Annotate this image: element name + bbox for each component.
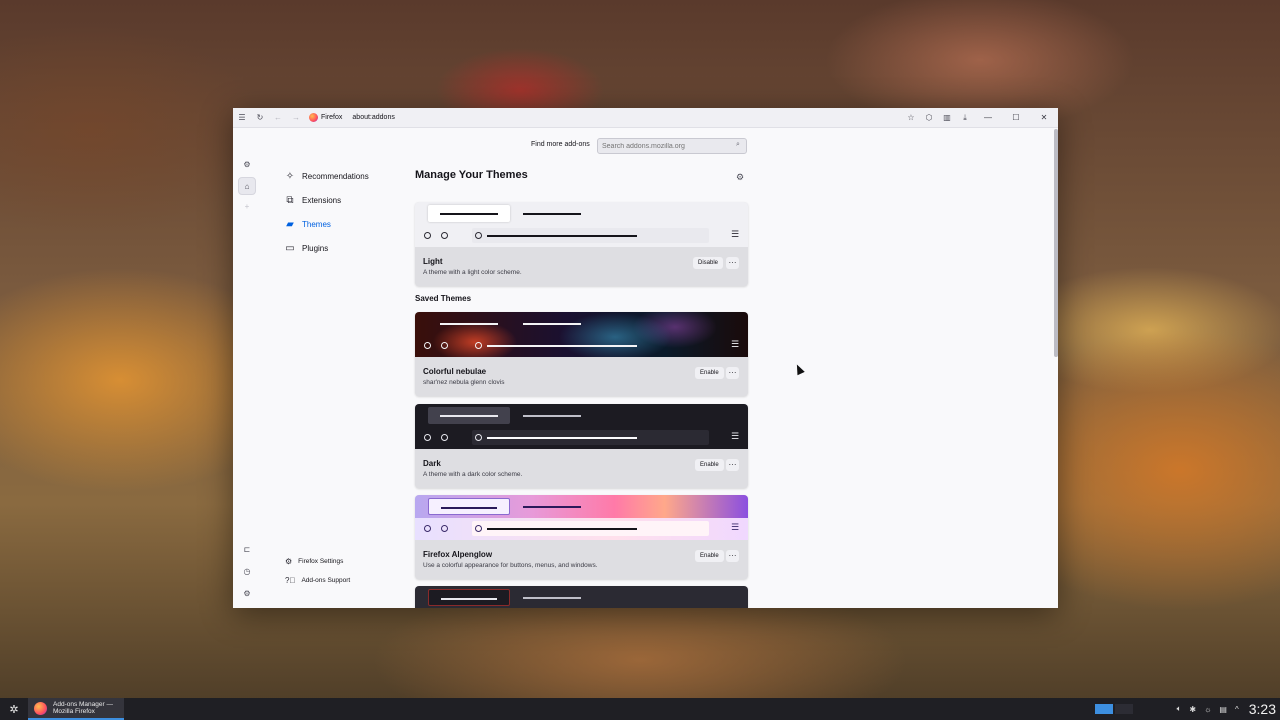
virtual-desktop-2[interactable] — [1114, 704, 1133, 714]
plugin-icon: ▭ — [285, 242, 295, 254]
minimize-button[interactable]: — — [974, 108, 1002, 128]
theme-preview — [415, 586, 748, 608]
brightness-icon[interactable]: ☼ — [1204, 705, 1211, 714]
left-rail: ⚙ ⌂ + ⊏ ◷ ⚙ — [233, 128, 261, 608]
identity-label: Firefox — [321, 114, 343, 121]
sparkle-icon: ✧ — [285, 170, 295, 182]
theme-card-partial[interactable] — [415, 586, 748, 608]
theme-description: shar'nez nebula glenn clovis — [423, 379, 505, 386]
nav-item-recommendations[interactable]: ✧ Recommendations — [284, 169, 369, 183]
puzzle-icon: ⧉ — [286, 194, 294, 206]
bluetooth-icon[interactable]: ✱ — [1189, 705, 1196, 714]
browser-toolbar: ☰ ↻ ← → Firefox about:addons ☆ ⬡ ▥ ⤓ — ☐… — [233, 108, 1058, 128]
forward-icon[interactable]: → — [287, 108, 305, 128]
back-icon[interactable]: ← — [269, 108, 287, 128]
tools-gear-icon[interactable]: ⚙ — [733, 170, 747, 184]
app-launcher-icon[interactable]: ✲ — [0, 698, 28, 720]
theme-name: Light — [423, 257, 443, 266]
more-options-button[interactable]: ··· — [726, 257, 739, 269]
saved-themes-heading: Saved Themes — [415, 294, 472, 303]
rail-gear-icon[interactable]: ⚙ — [238, 584, 256, 602]
theme-preview: ☰ — [415, 202, 748, 247]
theme-preview: ☰ — [415, 312, 748, 357]
brush-icon: ▰ — [286, 218, 294, 230]
reload-icon[interactable]: ↻ — [251, 108, 269, 128]
rail-addons-icon[interactable]: ⌂ — [238, 177, 256, 195]
theme-card-alpenglow[interactable]: ☰ Firefox Alpenglow Use a colorful appea… — [415, 495, 748, 579]
help-icon: ?⃝ — [285, 576, 296, 585]
download-icon[interactable]: ⤓ — [956, 108, 974, 128]
page-scrollbar[interactable] — [1054, 129, 1058, 357]
network-icon[interactable]: ▤ — [1219, 705, 1227, 714]
taskbar: ✲ Add-ons Manager — Mozilla Firefox 🔈︎ ✱… — [0, 698, 1280, 720]
page-title: Manage Your Themes — [415, 169, 528, 181]
theme-card-colorful-nebulae[interactable]: ☰ Colorful nebulae shar'nez nebula glenn… — [415, 312, 748, 396]
bookmark-star-icon[interactable]: ☆ — [902, 108, 920, 128]
search-input[interactable] — [597, 138, 747, 154]
rail-add-icon[interactable]: + — [238, 197, 256, 215]
enable-button[interactable]: Enable — [695, 367, 724, 379]
nav-label: Themes — [302, 219, 331, 229]
theme-description: A theme with a dark color scheme. — [423, 471, 523, 478]
firefox-logo-icon — [309, 113, 318, 122]
extensions-icon[interactable]: ⬡ — [920, 108, 938, 128]
theme-name: Dark — [423, 459, 441, 468]
disable-button[interactable]: Disable — [693, 257, 724, 269]
search-icon[interactable]: ⌕ — [736, 141, 740, 149]
nav-item-themes[interactable]: ▰ Themes — [284, 217, 331, 231]
nav-label: Extensions — [302, 195, 342, 205]
menu-icon[interactable]: ☰ — [233, 108, 251, 128]
gear-icon: ⚙ — [285, 557, 293, 566]
firefox-settings-link[interactable]: ⚙ Firefox Settings — [285, 557, 343, 566]
nav-label: Plugins — [302, 243, 329, 253]
theme-description: Use a colorful appearance for buttons, m… — [423, 562, 598, 569]
nav-item-plugins[interactable]: ▭ Plugins — [284, 241, 328, 255]
theme-card-dark[interactable]: ☰ Dark A theme with a dark color scheme.… — [415, 404, 748, 488]
browser-window: ☰ ↻ ← → Firefox about:addons ☆ ⬡ ▥ ⤓ — ☐… — [233, 108, 1058, 608]
url-bar[interactable]: Firefox about:addons — [309, 111, 395, 125]
footer-label: Firefox Settings — [298, 558, 344, 565]
more-options-button[interactable]: ··· — [726, 459, 739, 471]
rail-folder-icon[interactable]: ⊏ — [238, 540, 256, 558]
theme-name: Colorful nebulae — [423, 367, 487, 376]
volume-icon[interactable]: 🔈︎ — [1177, 704, 1182, 714]
more-options-button[interactable]: ··· — [726, 550, 739, 562]
close-button[interactable]: ✕ — [1030, 108, 1058, 128]
rail-settings-icon[interactable]: ⚙ — [238, 155, 256, 173]
theme-card-light[interactable]: ☰ Light A theme with a light color schem… — [415, 202, 748, 286]
nav-item-extensions[interactable]: ⧉ Extensions — [284, 193, 341, 207]
task-title: Add-ons Manager — Mozilla Firefox — [53, 701, 113, 715]
url-text[interactable]: about:addons — [352, 114, 394, 121]
sidebar-icon[interactable]: ▥ — [938, 108, 956, 128]
addons-support-link[interactable]: ?⃝ Add-ons Support — [285, 576, 350, 585]
more-options-button[interactable]: ··· — [726, 367, 739, 379]
theme-name: Firefox Alpenglow — [423, 550, 493, 559]
theme-preview: ☰ — [415, 404, 748, 449]
task-entry-firefox[interactable]: Add-ons Manager — Mozilla Firefox — [28, 698, 124, 720]
enable-button[interactable]: Enable — [695, 459, 724, 471]
theme-description: A theme with a light color scheme. — [423, 269, 522, 276]
footer-label: Add-ons Support — [301, 577, 351, 584]
clock[interactable]: 3:23 — [1249, 701, 1276, 717]
nav-label: Recommendations — [302, 171, 369, 181]
find-more-label: Find more add-ons — [531, 141, 590, 148]
virtual-desktop-1[interactable] — [1094, 704, 1113, 714]
enable-button[interactable]: Enable — [695, 550, 724, 562]
maximize-button[interactable]: ☐ — [1002, 108, 1030, 128]
theme-preview: ☰ — [415, 495, 748, 540]
tray-expand-icon[interactable]: ^ — [1235, 705, 1239, 714]
rail-history-icon[interactable]: ◷ — [238, 562, 256, 580]
firefox-logo-icon — [34, 701, 47, 715]
